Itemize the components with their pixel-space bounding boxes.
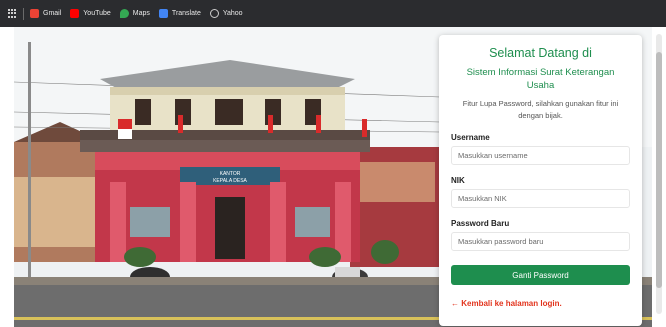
youtube-icon [70, 9, 80, 18]
change-password-button[interactable]: Ganti Password [451, 265, 630, 285]
apps-grid-icon[interactable] [8, 9, 17, 18]
bookmark-label: Translate [171, 10, 201, 17]
gmail-icon [30, 9, 39, 18]
nik-input[interactable] [451, 189, 630, 208]
nik-label: NIK [451, 176, 465, 185]
username-input[interactable] [451, 146, 630, 165]
yahoo-icon [209, 9, 219, 18]
new-password-label: Password Baru [451, 219, 510, 228]
bookmark-translate[interactable]: Translate [158, 9, 201, 18]
translate-icon [158, 9, 168, 18]
card-title: Selamat Datang di [489, 46, 592, 60]
bookmark-maps[interactable]: Maps [119, 9, 150, 18]
page-margin-left [0, 27, 14, 327]
card-subtitle: Sistem Informasi Surat Keterangan Usaha [466, 67, 615, 91]
bookmark-yahoo[interactable]: Yahoo [209, 9, 243, 18]
username-label: Username [451, 133, 490, 142]
page-scrollbar[interactable] [656, 34, 662, 314]
card-description: Fitur Lupa Password, silahkan gunakan fi… [462, 99, 619, 120]
building-sign-line1: KANTOR [220, 171, 241, 177]
bookmark-gmail[interactable]: Gmail [30, 9, 61, 18]
reset-password-card: Selamat Datang di Sistem Informasi Surat… [439, 35, 642, 326]
bookmark-label: Gmail [43, 10, 62, 17]
bookmarks-divider [23, 7, 24, 20]
scrollbar-thumb[interactable] [656, 52, 662, 288]
building-sign-line2: KEPALA DESA [213, 178, 247, 184]
bookmark-youtube[interactable]: YouTube [70, 9, 111, 18]
back-to-login-link[interactable]: ← Kembali ke halaman login. [451, 299, 630, 308]
bookmark-label: Maps [132, 10, 150, 17]
maps-icon [119, 9, 129, 18]
bookmark-label: Yahoo [222, 10, 243, 17]
new-password-input[interactable] [451, 232, 630, 251]
bookmarks-bar: Gmail YouTube Maps Translate Yahoo [0, 0, 666, 27]
bookmark-label: YouTube [83, 10, 111, 17]
